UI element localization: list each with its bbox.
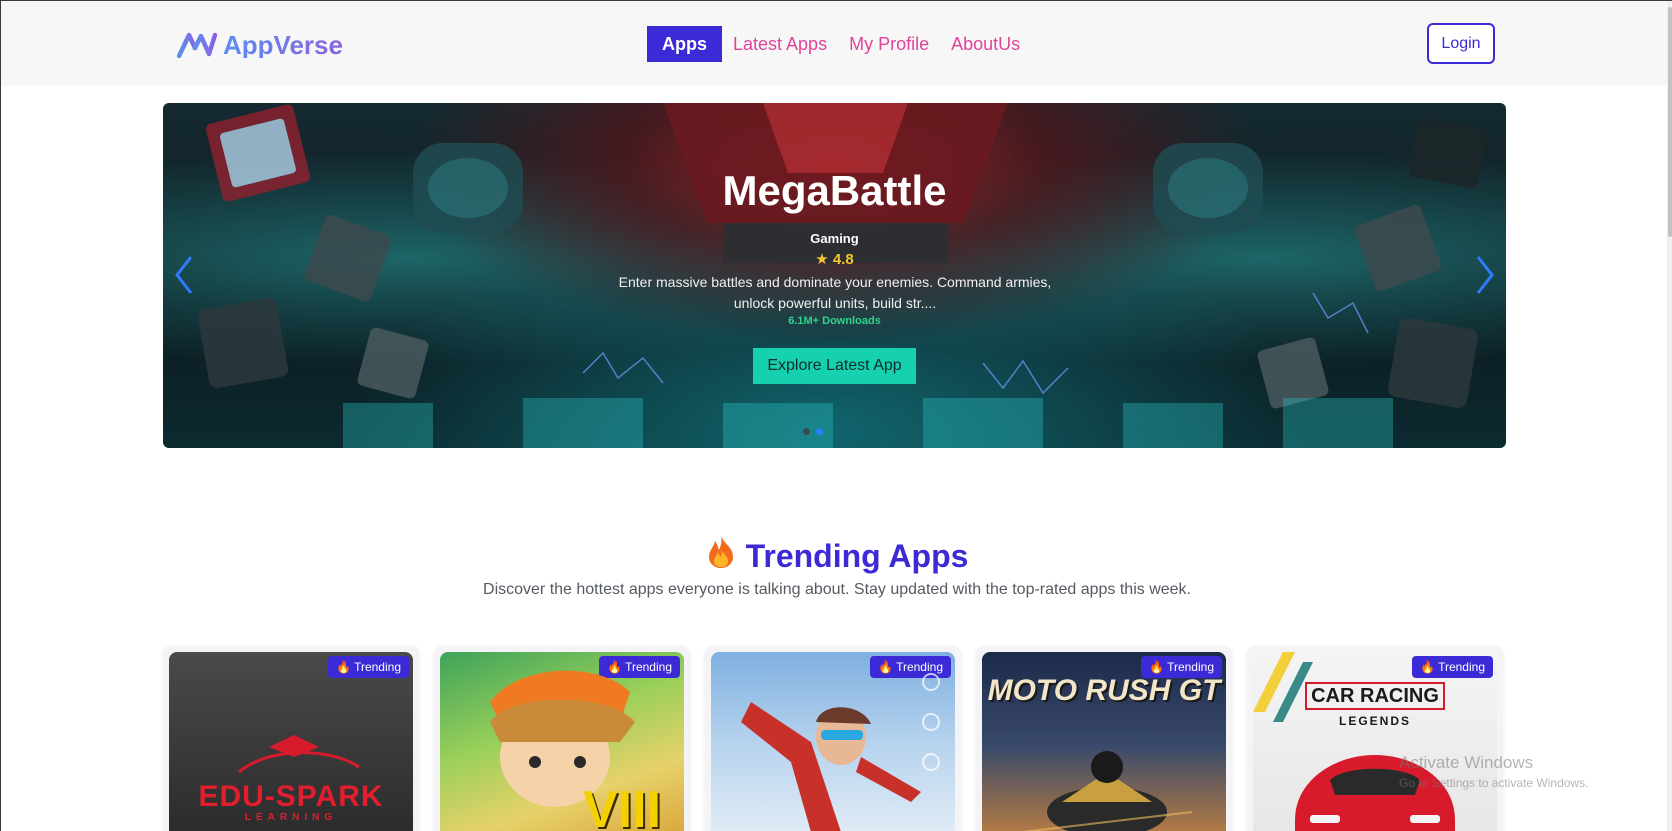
nav-about-us[interactable]: AboutUs (940, 26, 1031, 62)
card-title-art: MOTO RUSH GT (987, 674, 1221, 707)
brand-logo[interactable]: AppVerse (177, 27, 343, 63)
card-title-art: EDU-SPARK (198, 780, 384, 813)
app-card[interactable]: 🔥 Trending (705, 646, 961, 831)
hero-downloads: 6.1M+ Downloads (788, 315, 881, 327)
app-card-image: 🔥 Trending CAR RACING LEGENDS (1253, 652, 1497, 831)
nav-apps[interactable]: Apps (647, 26, 722, 62)
app-card-image: 🔥 Trending (711, 652, 955, 831)
section-title: Trending Apps (706, 535, 969, 577)
trending-title: Trending Apps (745, 537, 969, 574)
card-title-art: VIII (582, 781, 662, 831)
scrollbar-thumb[interactable] (1668, 7, 1672, 237)
star-icon: ★ (815, 251, 829, 268)
nav-my-profile[interactable]: My Profile (838, 26, 940, 62)
trending-badge: 🔥 Trending (328, 656, 409, 678)
carousel-dot[interactable] (803, 428, 810, 435)
hero-description: Enter massive battles and dominate your … (618, 274, 1052, 311)
trending-badge: 🔥 Trending (1412, 656, 1493, 678)
carousel-indicators (803, 428, 823, 435)
card-subtitle-art: LEARNING (244, 812, 338, 823)
hero-carousel: MegaBattle Gaming ★ 4.8 Enter massive ba… (163, 103, 1506, 448)
brand-name: AppVerse (223, 30, 343, 60)
card-subtitle-art: LEGENDS (1338, 714, 1411, 728)
app-card[interactable]: 🔥 Trending VIII (434, 646, 690, 831)
fire-icon: 🔥 (336, 660, 352, 674)
hero-rating: ★ 4.8 (163, 250, 1506, 268)
appverse-logo-icon (177, 32, 217, 58)
app-card-image: 🔥 Trending EDU-SPARK LEARNING (169, 652, 413, 831)
trending-cards: 🔥 Trending EDU-SPARK LEARNING 🔥 Trending (163, 646, 1506, 831)
chevron-left-icon[interactable] (171, 253, 197, 297)
watermark-title: Activate Windows (1399, 753, 1534, 772)
fire-icon: 🔥 (1149, 660, 1165, 674)
hero-category: Gaming (810, 231, 859, 246)
carousel-dot-active[interactable] (816, 428, 823, 435)
chevron-right-icon[interactable] (1472, 253, 1498, 297)
navbar: AppVerse Apps Latest Apps My Profile Abo… (1, 1, 1672, 86)
app-card[interactable]: 🔥 Trending CAR RACING LEGENDS (1247, 646, 1503, 831)
skydiver-art (741, 673, 940, 831)
app-card[interactable]: 🔥 Trending EDU-SPARK LEARNING (163, 646, 419, 831)
hero-rating-value: 4.8 (832, 251, 854, 268)
main-nav: Apps Latest Apps My Profile AboutUs (647, 26, 1031, 62)
graduation-cap-icon (238, 735, 360, 774)
nav-latest-apps[interactable]: Latest Apps (722, 26, 838, 62)
hero-title: MegaBattle (722, 167, 947, 214)
fire-icon: 🔥 (1420, 660, 1436, 674)
fire-icon (706, 535, 736, 577)
motorcycle-art (1022, 751, 1192, 831)
page-scrollbar[interactable] (1667, 1, 1672, 831)
card-title-art: CAR RACING (1305, 682, 1445, 710)
trending-header: Trending Apps (1, 535, 1672, 577)
app-card-image: 🔥 Trending VIII (440, 652, 684, 831)
windows-activation-watermark: Activate Windows Go to Settings to activ… (1399, 753, 1588, 790)
watermark-subtitle: Go to Settings to activate Windows. (1399, 776, 1589, 790)
app-card[interactable]: 🔥 Trending MOTO RUSH GT (976, 646, 1232, 831)
app-card-image: 🔥 Trending MOTO RUSH GT (982, 652, 1226, 831)
login-button[interactable]: Login (1427, 23, 1495, 64)
trending-subtitle: Discover the hottest apps everyone is ta… (483, 581, 1191, 598)
explore-latest-app-button[interactable]: Explore Latest App (753, 348, 916, 384)
